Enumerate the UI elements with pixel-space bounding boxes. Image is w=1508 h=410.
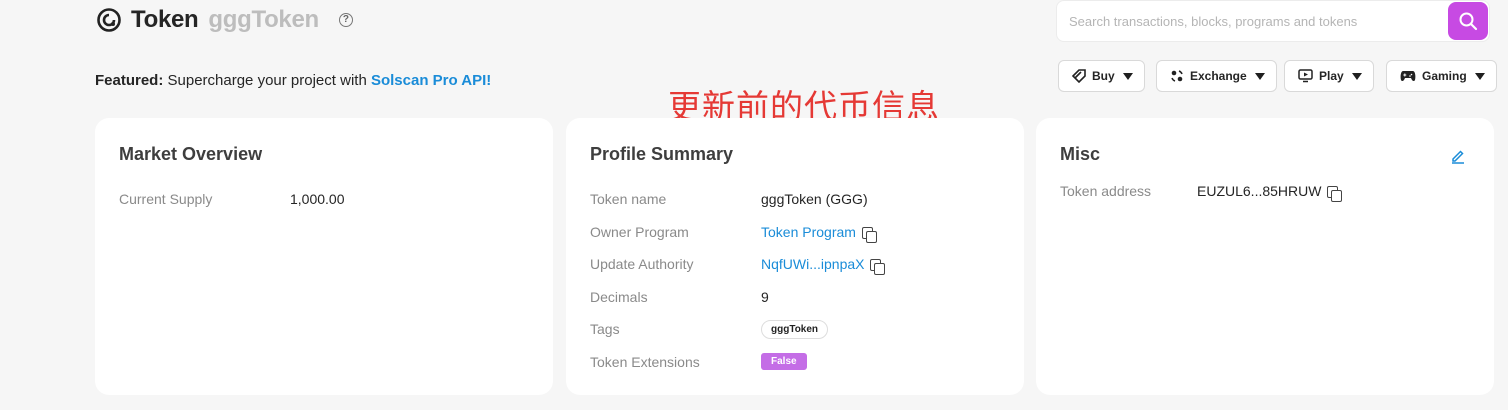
token-extensions-row: Token Extensions False bbox=[590, 346, 1000, 379]
token-name-row: Token name gggToken (GGG) bbox=[590, 183, 1000, 216]
update-authority-row: Update Authority NqfUWi...ipnpaX bbox=[590, 248, 1000, 281]
caret-down-icon bbox=[1254, 72, 1265, 80]
help-icon[interactable]: ? bbox=[338, 13, 353, 27]
search-icon bbox=[1459, 12, 1478, 31]
buy-dropdown-button[interactable]: Buy bbox=[1058, 60, 1145, 92]
copy-icon[interactable] bbox=[870, 259, 886, 276]
exchange-dropdown-button[interactable]: Exchange bbox=[1156, 60, 1277, 92]
play-dropdown-button[interactable]: Play bbox=[1284, 60, 1374, 92]
token-address-row: Token address EUZUL6...85HRUW bbox=[1060, 183, 1470, 207]
decimals-label: Decimals bbox=[590, 288, 648, 305]
profile-summary-card: Profile Summary Token name gggToken (GGG… bbox=[566, 118, 1024, 395]
tag-chip[interactable]: gggToken bbox=[761, 319, 829, 339]
token-name-value: gggToken (GGG) bbox=[761, 191, 868, 208]
token-extensions-label: Token Extensions bbox=[590, 353, 700, 370]
play-icon bbox=[1298, 69, 1313, 83]
decimals-value: 9 bbox=[761, 288, 769, 305]
copy-icon[interactable] bbox=[861, 226, 877, 243]
exchange-label: Exchange bbox=[1190, 69, 1247, 83]
featured-label: Featured: bbox=[95, 72, 164, 89]
search-input[interactable] bbox=[1057, 1, 1448, 41]
owner-program-label: Owner Program bbox=[590, 223, 689, 240]
current-supply-label: Current Supply bbox=[119, 191, 213, 208]
update-authority-link[interactable]: NqfUWi...ipnpaX bbox=[761, 256, 864, 272]
tags-label: Tags bbox=[590, 321, 620, 338]
current-supply-value: 1,000.00 bbox=[290, 191, 345, 208]
market-overview-title: Market Overview bbox=[119, 144, 263, 164]
decimals-row: Decimals 9 bbox=[590, 281, 1000, 314]
caret-down-icon bbox=[1351, 72, 1362, 80]
token-address-value: EUZUL6...85HRUW bbox=[1197, 183, 1322, 199]
solscan-logo-icon[interactable] bbox=[95, 6, 123, 34]
gaming-label: Gaming bbox=[1422, 69, 1467, 83]
edit-icon[interactable] bbox=[1450, 148, 1466, 164]
featured-banner: Featured: Supercharge your project with … bbox=[95, 72, 491, 89]
gamepad-icon bbox=[1400, 71, 1416, 82]
tags-row: Tags gggToken bbox=[590, 313, 1000, 346]
page-header: Token gggToken ? bbox=[95, 6, 353, 34]
featured-text: Supercharge your project with bbox=[163, 72, 371, 89]
token-name-label: Token name bbox=[590, 191, 667, 208]
tag-icon bbox=[1072, 69, 1086, 83]
caret-down-icon bbox=[1474, 72, 1485, 80]
profile-summary-title: Profile Summary bbox=[590, 144, 734, 164]
play-label: Play bbox=[1319, 69, 1344, 83]
token-name-title: gggToken bbox=[208, 6, 319, 33]
current-supply-row: Current Supply 1,000.00 bbox=[119, 183, 529, 216]
update-authority-label: Update Authority bbox=[590, 256, 694, 273]
misc-card: Misc Token address EUZUL6...85HRUW bbox=[1036, 118, 1494, 395]
exchange-icon bbox=[1171, 70, 1183, 82]
status-badge: False bbox=[761, 353, 807, 371]
caret-down-icon bbox=[1122, 72, 1133, 80]
owner-program-link[interactable]: Token Program bbox=[761, 224, 856, 240]
owner-program-row: Owner Program Token Program bbox=[590, 216, 1000, 249]
market-overview-card: Market Overview Current Supply 1,000.00 bbox=[95, 118, 553, 395]
search-button[interactable] bbox=[1448, 2, 1488, 40]
gaming-dropdown-button[interactable]: Gaming bbox=[1386, 60, 1497, 92]
search-bar bbox=[1056, 0, 1490, 42]
solscan-pro-api-link[interactable]: Solscan Pro API! bbox=[371, 72, 491, 89]
token-address-label: Token address bbox=[1060, 183, 1152, 199]
misc-title: Misc bbox=[1060, 144, 1101, 164]
buy-label: Buy bbox=[1092, 69, 1115, 83]
page-title: Token bbox=[131, 6, 199, 33]
copy-icon[interactable] bbox=[1327, 186, 1343, 202]
